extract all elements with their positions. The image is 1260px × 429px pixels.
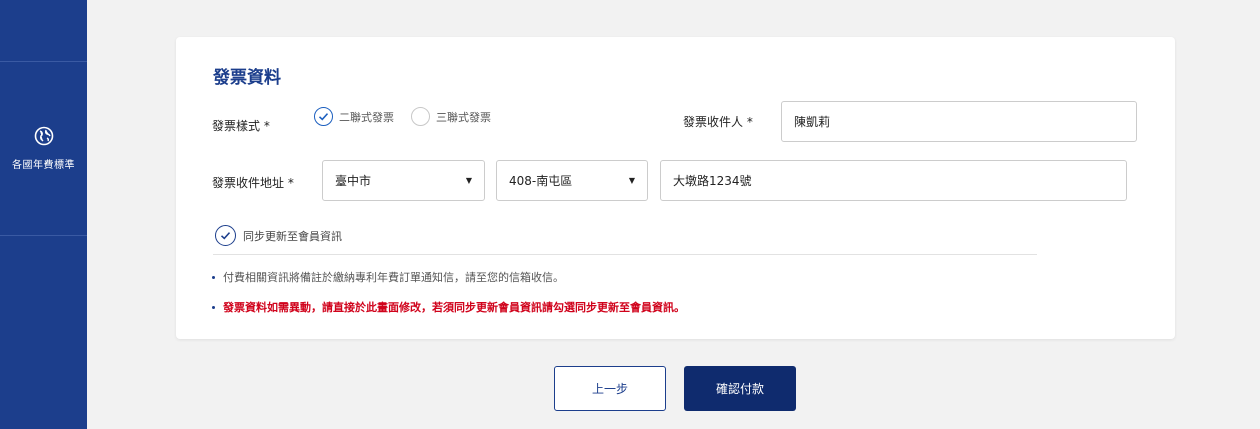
bullet [212, 305, 215, 309]
invoice-type-label: 發票樣式 * [212, 119, 270, 133]
sidebar-divider [0, 61, 87, 62]
divider [213, 254, 1037, 255]
sync-member-label: 同步更新至會員資訊 [243, 229, 342, 243]
checkmark-icon [215, 225, 236, 246]
bullet [212, 275, 215, 279]
recipient-input[interactable] [781, 101, 1137, 142]
radio-triplicate-invoice[interactable]: 三聯式發票 [411, 107, 491, 126]
note-text: 付費相關資訊將備註於繳納專利年費訂單通知信，請至您的信箱收信。 [223, 271, 564, 284]
address-label: 發票收件地址 * [212, 176, 294, 190]
recipient-label: 發票收件人 * [683, 115, 753, 129]
district-select[interactable]: 408-南屯區 ▼ [496, 160, 648, 201]
radio-label: 三聯式發票 [436, 110, 491, 124]
street-address-input[interactable] [660, 160, 1127, 201]
radio-duplicate-invoice[interactable]: 二聯式發票 [314, 107, 394, 126]
sidebar-item-label: 各國年費標準 [12, 160, 75, 171]
sidebar-divider [0, 235, 87, 236]
district-select-value: 408-南屯區 [509, 174, 573, 188]
radio-unchecked-icon [411, 107, 430, 126]
invoice-change-warning: 發票資料如需異動，請直接於此畫面修改，若須同步更新會員資訊請勾選同步更新至會員資… [212, 299, 685, 315]
sidebar: 各國年費標準 [0, 0, 87, 429]
invoice-card: 發票資料 發票樣式 * 二聯式發票 三聯式發票 發票收件人 * 發票收件地址 *… [176, 37, 1175, 339]
chevron-down-icon: ▼ [465, 176, 472, 185]
radio-checked-icon [314, 107, 333, 126]
confirm-payment-button[interactable]: 確認付款 [684, 366, 796, 411]
back-button[interactable]: 上一步 [554, 366, 666, 411]
sidebar-item-annual-fee-standards[interactable]: 各國年費標準 [0, 122, 87, 182]
sync-member-checkbox[interactable]: 同步更新至會員資訊 [215, 225, 342, 246]
chevron-down-icon: ▼ [628, 176, 635, 185]
radio-label: 二聯式發票 [339, 110, 394, 124]
invoice-title: 發票資料 [213, 68, 281, 88]
globe-icon [34, 126, 53, 146]
note-text: 發票資料如需異動，請直接於此畫面修改，若須同步更新會員資訊請勾選同步更新至會員資… [223, 301, 685, 314]
city-select[interactable]: 臺中市 ▼ [322, 160, 485, 201]
city-select-value: 臺中市 [335, 174, 372, 188]
payment-info-note: 付費相關資訊將備註於繳納專利年費訂單通知信，請至您的信箱收信。 [212, 269, 564, 285]
